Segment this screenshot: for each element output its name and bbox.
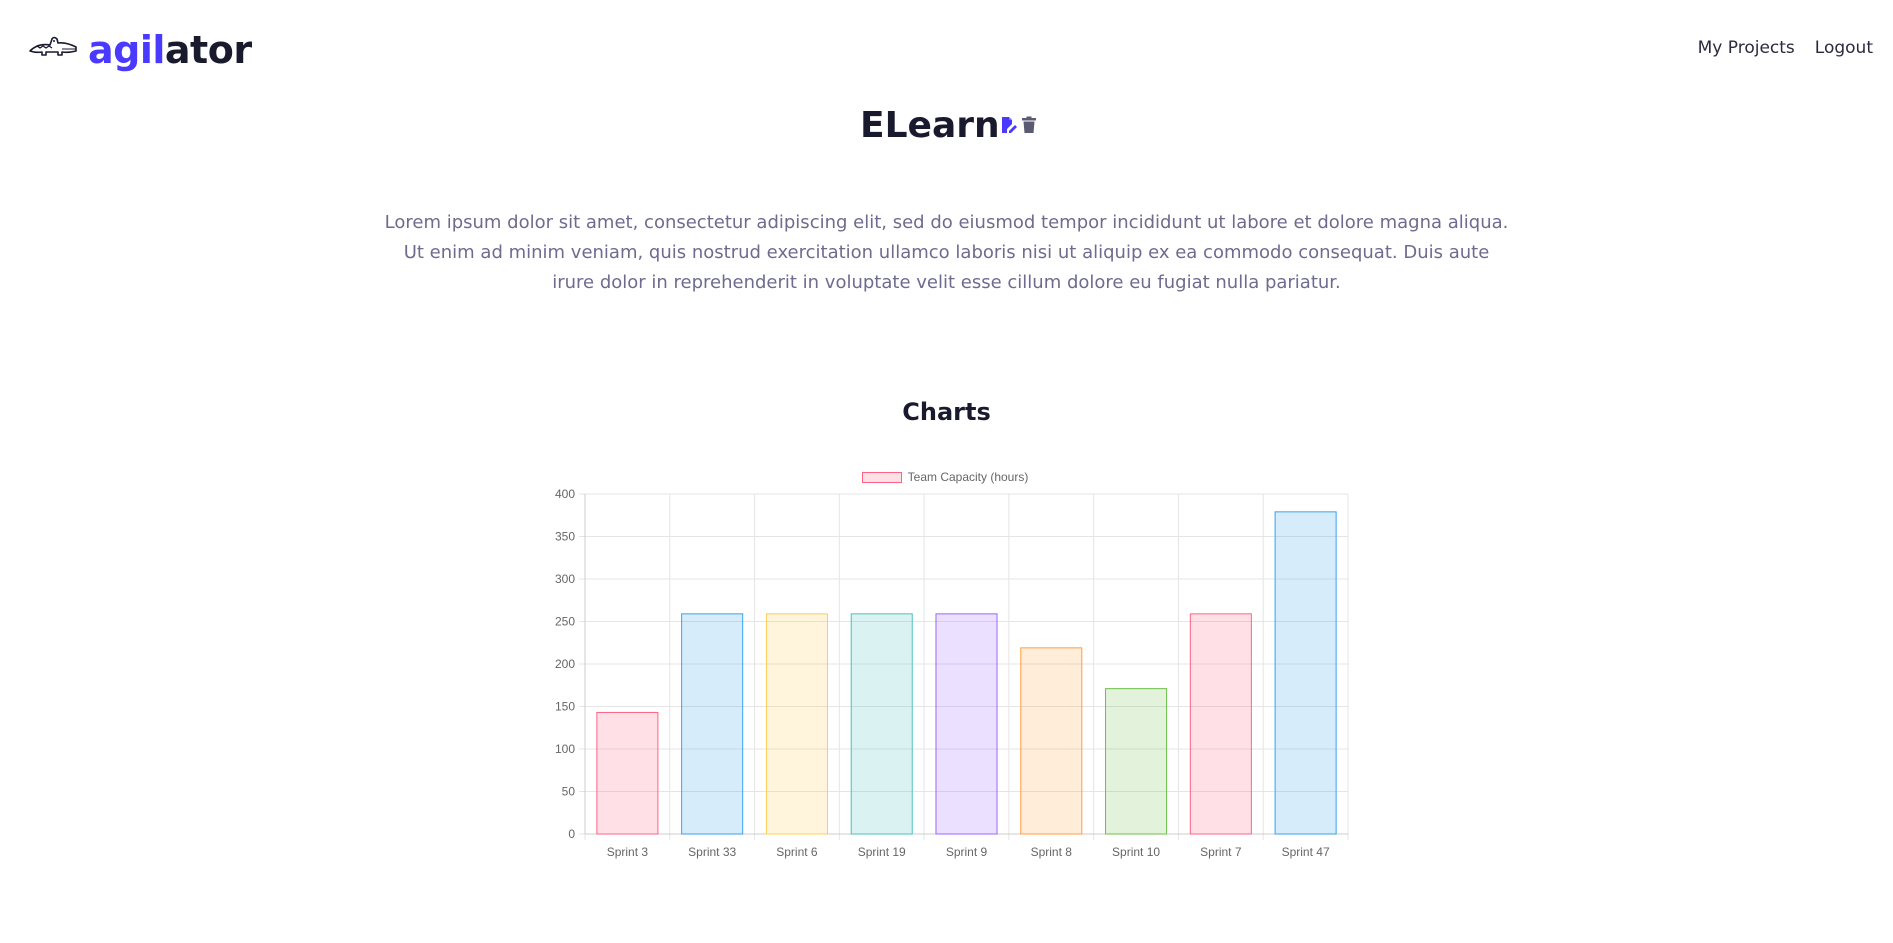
charts-section-title: Charts [902, 398, 991, 426]
nav-logout-link[interactable]: Logout [1815, 38, 1873, 58]
x-tick-label: Sprint 19 [858, 845, 906, 859]
chart-bar [850, 613, 913, 835]
x-tick-label: Sprint 33 [688, 845, 736, 859]
x-tick-label: Sprint 47 [1282, 845, 1330, 859]
chart-bar [1105, 688, 1168, 835]
logo-text-part2: ator [164, 28, 252, 72]
chart-bar [1020, 647, 1083, 835]
crocodile-icon [28, 33, 78, 67]
x-tick-label: Sprint 3 [607, 845, 649, 859]
y-tick-label: 400 [555, 487, 575, 501]
x-tick-label: Sprint 7 [1200, 845, 1242, 859]
x-tick-label: Sprint 10 [1112, 845, 1160, 859]
capacity-chart: Team Capacity (hours) 0 50 100 150 200 250 300… [530, 460, 1360, 870]
y-tick-label: 200 [555, 657, 575, 671]
legend-label: Team Capacity (hours) [907, 470, 1029, 484]
y-tick-label: 250 [555, 615, 575, 629]
chart-bar [681, 613, 744, 835]
x-tick-label: Sprint 9 [946, 845, 988, 859]
y-tick-label: 100 [555, 742, 575, 756]
logo-text: agilator [88, 28, 252, 72]
logo[interactable]: agilator [28, 28, 252, 72]
project-header: ELearn [0, 102, 1893, 152]
chart-bar [596, 711, 659, 835]
y-tick-label: 300 [555, 572, 575, 586]
y-tick-label: 0 [568, 827, 575, 841]
y-tick-label: 350 [555, 530, 575, 544]
legend-swatch [861, 471, 902, 483]
project-actions [1000, 116, 1038, 134]
chart-bar [1274, 511, 1337, 835]
y-tick-label: 150 [555, 700, 575, 714]
nav-links: My Projects Logout [1698, 38, 1873, 58]
project-title: ELearn [860, 105, 1000, 146]
chart-bar [935, 613, 998, 835]
chart-svg: 0 50 100 150 200 250 300 350 400 Sprint 3 Sprint 3… [555, 487, 1349, 859]
x-tick-label: Sprint 6 [776, 845, 818, 859]
chart-legend[interactable]: Team Capacity (hours) [530, 470, 1360, 484]
x-tick-label: Sprint 8 [1031, 845, 1073, 859]
logo-text-part1: agil [88, 28, 165, 72]
nav-my-projects-link[interactable]: My Projects [1698, 38, 1795, 58]
y-tick-label: 50 [562, 785, 576, 799]
chart-bar [1189, 613, 1252, 835]
project-description: Lorem ipsum dolor sit amet, consectetur … [384, 212, 1509, 293]
trash-icon[interactable] [1020, 116, 1038, 134]
chart-bar [765, 613, 828, 835]
edit-icon[interactable] [1000, 116, 1018, 134]
navbar: agilator My Projects Logout [0, 0, 1893, 100]
